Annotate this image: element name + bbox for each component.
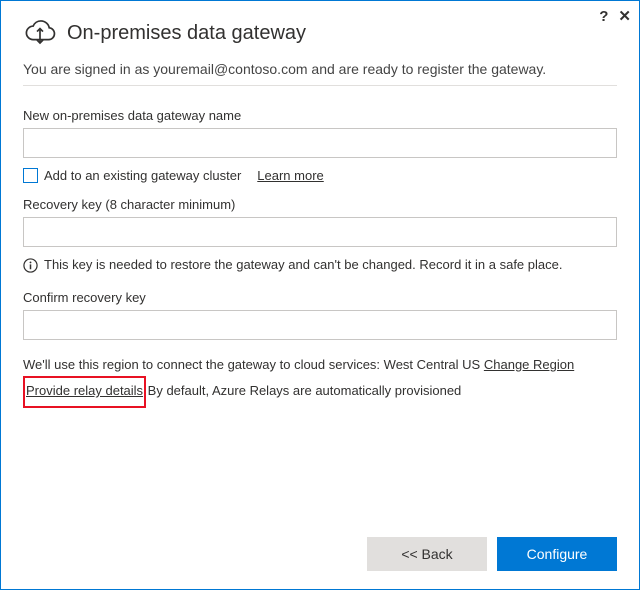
recovery-key-info: This key is needed to restore the gatewa… — [44, 257, 562, 272]
configure-button[interactable]: Configure — [497, 537, 617, 571]
signin-status: You are signed in as youremail@contoso.c… — [23, 60, 617, 86]
recovery-key-input[interactable] — [23, 217, 617, 247]
confirm-key-input[interactable] — [23, 310, 617, 340]
add-cluster-label[interactable]: Add to an existing gateway cluster — [44, 168, 241, 183]
relay-highlight-box: Provide relay details — [23, 376, 146, 408]
back-button[interactable]: << Back — [367, 537, 487, 571]
relay-suffix: By default, Azure Relays are automatical… — [144, 383, 461, 398]
region-value: West Central US — [384, 357, 481, 372]
dialog-footer: << Back Configure — [23, 537, 617, 571]
close-icon[interactable]: ✕ — [618, 7, 631, 25]
provide-relay-details-link[interactable]: Provide relay details — [26, 383, 143, 398]
recovery-key-label: Recovery key (8 character minimum) — [23, 197, 617, 212]
add-cluster-checkbox[interactable] — [23, 168, 38, 183]
confirm-key-label: Confirm recovery key — [23, 290, 617, 305]
signin-prefix: You are signed in as — [23, 61, 153, 77]
change-region-link[interactable]: Change Region — [484, 357, 574, 372]
gateway-name-input[interactable] — [23, 128, 617, 158]
titlebar-controls: ? ✕ — [599, 7, 631, 25]
signin-suffix: and are ready to register the gateway. — [308, 61, 547, 77]
gateway-registration-window: ? ✕ On-premises data gateway You are sig… — [0, 0, 640, 590]
cloud-gateway-icon — [23, 17, 57, 50]
help-icon[interactable]: ? — [599, 8, 608, 25]
dialog-title: On-premises data gateway — [67, 22, 306, 45]
info-icon — [23, 257, 38, 276]
signin-email: youremail@contoso.com — [153, 61, 307, 77]
learn-more-link[interactable]: Learn more — [257, 168, 323, 183]
region-prefix: We'll use this region to connect the gat… — [23, 357, 384, 372]
dialog-header: On-premises data gateway — [23, 17, 617, 50]
gateway-name-label: New on-premises data gateway name — [23, 108, 617, 123]
